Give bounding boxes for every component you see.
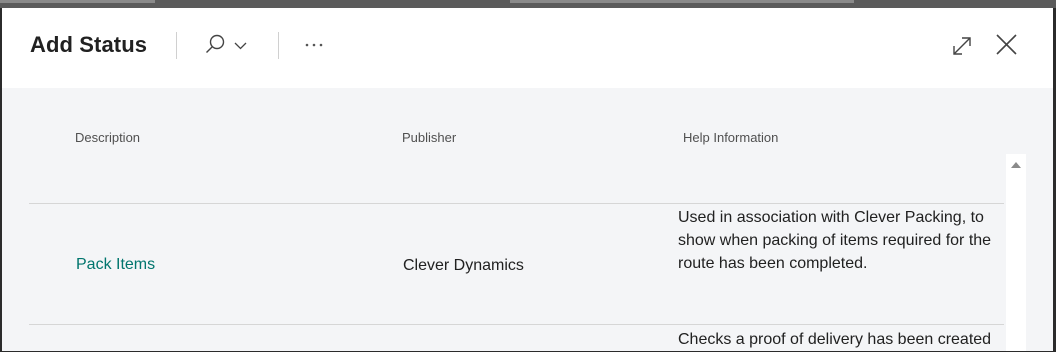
- vertical-scrollbar[interactable]: [1006, 154, 1026, 351]
- dialog-header: Add Status: [2, 8, 1053, 88]
- row-divider: [29, 324, 1004, 325]
- add-status-dialog: Add Status Description Publisher Help In…: [2, 8, 1053, 351]
- header-divider: [278, 32, 279, 59]
- page-title: Add Status: [30, 32, 148, 57]
- background-strip-segment: [0, 0, 155, 3]
- scroll-up-arrow-icon: [1011, 162, 1021, 168]
- list-content: Description Publisher Help Information P…: [2, 88, 1053, 351]
- column-header-help-information[interactable]: Help Information: [683, 130, 778, 145]
- search-icon: [206, 34, 247, 53]
- search-button[interactable]: [202, 30, 254, 60]
- column-header-description[interactable]: Description: [75, 130, 140, 145]
- scroll-up-button[interactable]: [1006, 158, 1026, 174]
- help-information-cell: Used in association with Clever Packing,…: [678, 209, 992, 272]
- expand-icon: [953, 37, 971, 55]
- expand-button[interactable]: [946, 30, 976, 60]
- close-icon: [996, 34, 1017, 55]
- close-button[interactable]: [990, 28, 1022, 60]
- help-information-cell: Checks a proof of delivery has been crea…: [678, 331, 992, 348]
- more-options-icon: [305, 43, 323, 47]
- publisher-cell: Clever Dynamics: [403, 257, 524, 274]
- chevron-down-icon: [234, 42, 247, 50]
- row-divider: [29, 203, 1004, 204]
- description-link[interactable]: Pack Items: [76, 256, 155, 274]
- more-options-button[interactable]: [298, 30, 330, 60]
- column-header-publisher[interactable]: Publisher: [402, 130, 456, 145]
- header-divider: [176, 32, 177, 59]
- background-strip-segment: [510, 0, 854, 3]
- background-window-strip: [0, 0, 1056, 8]
